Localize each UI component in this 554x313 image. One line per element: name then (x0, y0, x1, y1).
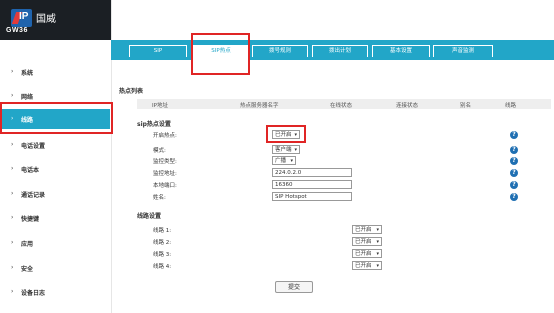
line-label: 线路 2: (153, 240, 172, 246)
line-value: 已开启 (355, 239, 372, 245)
tab-dial-plan[interactable]: 拨出计划 (312, 45, 368, 57)
sidebar-item-device-log[interactable]: › 设备日志 (0, 286, 110, 298)
sidebar-item-label: 快捷键 (21, 216, 40, 223)
chevron-right-icon: › (11, 165, 14, 172)
sip-hotspot-settings-title: sip热点设置 (137, 121, 171, 128)
chevron-right-icon: › (11, 141, 14, 148)
help-icon[interactable]: ? (510, 131, 518, 139)
sidebar-item-network[interactable]: › 网络 (0, 90, 110, 102)
chevron-right-icon: › (11, 214, 14, 221)
sidebar-item-shortcuts[interactable]: › 快捷键 (0, 212, 110, 224)
chevron-right-icon: › (11, 239, 14, 246)
mode-value: 客户端 (275, 147, 292, 153)
logo-area: 国威 GW36 (0, 0, 111, 40)
sidebar-item-apps[interactable]: › 应用 (0, 237, 110, 249)
sidebar-item-label: 设备日志 (21, 290, 46, 297)
help-icon[interactable]: ? (510, 193, 518, 201)
sidebar: 国威 GW36 › 系统 › 网络 › 线路 › 电话设置 › 电话本 › 通话… (0, 0, 112, 313)
line-value: 已开启 (355, 263, 372, 269)
tab-sip[interactable]: SIP (129, 45, 187, 57)
mode-label: 模式: (153, 148, 166, 154)
help-icon[interactable]: ? (510, 181, 518, 189)
brand-name: 国威 (36, 14, 56, 25)
chevron-right-icon: › (11, 264, 14, 271)
column-header: IP地址 (152, 103, 168, 109)
highlight-box (0, 102, 113, 134)
sidebar-item-label: 网络 (21, 94, 34, 101)
highlight-box (191, 33, 250, 75)
tab-dial-rules[interactable]: 拨号规则 (252, 45, 308, 57)
line-3-select[interactable]: 已开启 ▾ (352, 249, 382, 258)
chevron-right-icon: › (11, 92, 14, 99)
chevron-down-icon: ▾ (294, 147, 297, 153)
sidebar-item-label: 系统 (21, 70, 34, 77)
column-header: 别名 (460, 103, 472, 109)
line-settings-title: 线路设置 (137, 213, 162, 220)
name-input[interactable]: SIP Hotspot (272, 192, 352, 201)
monitor-type-select[interactable]: 广播 ▾ (272, 156, 296, 165)
column-header: 连接状态 (396, 103, 419, 109)
line-value: 已开启 (355, 251, 372, 257)
sidebar-item-call-log[interactable]: › 通话记录 (0, 188, 110, 200)
line-4-select[interactable]: 已开启 ▾ (352, 261, 382, 270)
device-model: GW36 (6, 27, 28, 34)
line-1-select[interactable]: 已开启 ▾ (352, 225, 382, 234)
chevron-down-icon: ▾ (376, 263, 379, 269)
column-header: 热点服务器名字 (240, 103, 279, 109)
monitor-address-label: 监控地址: (153, 171, 177, 177)
sidebar-item-system[interactable]: › 系统 (0, 66, 110, 78)
sidebar-item-phonebook[interactable]: › 电话本 (0, 163, 110, 175)
chevron-right-icon: › (11, 190, 14, 197)
sidebar-item-label: 电话本 (21, 167, 40, 174)
sidebar-item-phone-settings[interactable]: › 电话设置 (0, 139, 110, 151)
chevron-right-icon: › (11, 288, 14, 295)
tab-basic-settings[interactable]: 基本设置 (372, 45, 430, 57)
sidebar-item-label: 安全 (21, 266, 34, 273)
line-label: 线路 3: (153, 252, 172, 258)
sidebar-item-label: 电话设置 (21, 143, 46, 150)
help-icon[interactable]: ? (510, 146, 518, 154)
column-header: 在线状态 (330, 103, 353, 109)
monitor-type-label: 监控类型: (153, 159, 177, 165)
monitor-address-input[interactable]: 224.0.2.0 (272, 168, 352, 177)
enable-hotspot-label: 开启热点: (153, 133, 177, 139)
submit-button[interactable]: 提交 (275, 281, 313, 293)
line-label: 线路 4: (153, 264, 172, 270)
line-2-select[interactable]: 已开启 ▾ (352, 237, 382, 246)
chevron-down-icon: ▾ (376, 239, 379, 245)
sidebar-item-label: 应用 (21, 241, 34, 248)
help-icon[interactable]: ? (510, 169, 518, 177)
help-icon[interactable]: ? (510, 157, 518, 165)
chevron-down-icon: ▾ (290, 158, 293, 164)
local-port-input[interactable]: 16360 (272, 180, 352, 189)
brand-logo-icon (11, 9, 32, 27)
name-label: 姓名: (153, 195, 166, 201)
chevron-down-icon: ▾ (376, 227, 379, 233)
monitor-type-value: 广播 (275, 158, 287, 164)
chevron-down-icon: ▾ (376, 251, 379, 257)
local-port-label: 本地端口: (153, 183, 177, 189)
sidebar-item-label: 通话记录 (21, 192, 46, 199)
mode-select[interactable]: 客户端 ▾ (272, 145, 300, 154)
line-label: 线路 1: (153, 228, 172, 234)
column-header: 线路 (505, 103, 517, 109)
line-value: 已开启 (355, 227, 372, 233)
chevron-right-icon: › (11, 68, 14, 75)
sidebar-item-security[interactable]: › 安全 (0, 262, 110, 274)
hotspot-list-title: 热点列表 (119, 88, 144, 95)
tab-sound-monitor[interactable]: 声音监测 (433, 45, 493, 57)
highlight-box (266, 125, 306, 143)
